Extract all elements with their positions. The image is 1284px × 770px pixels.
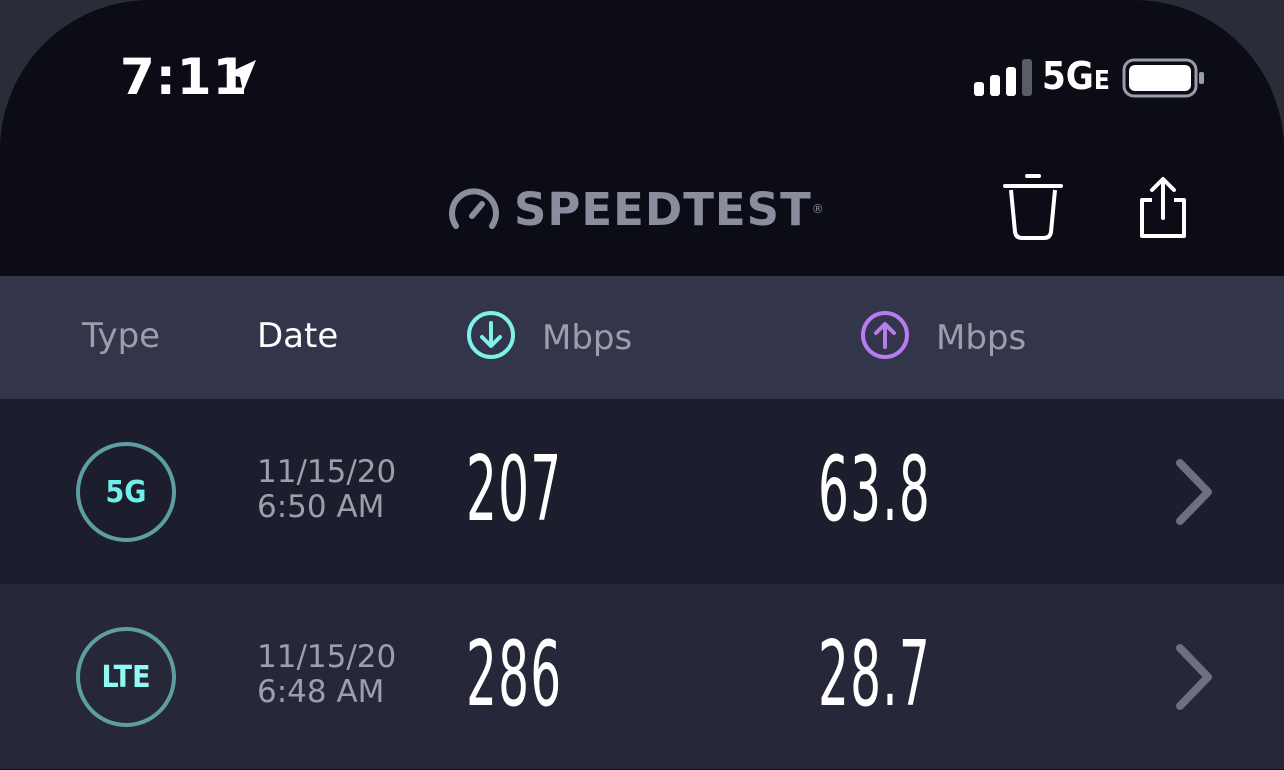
result-datetime: 11/15/20 6:48 AM	[257, 640, 396, 710]
delete-results-button[interactable]	[1002, 172, 1064, 242]
result-date: 11/15/20	[257, 454, 397, 490]
connection-type-badge: 5G	[76, 442, 176, 542]
results-column-header: Type Date Mbps Mbps	[0, 276, 1284, 399]
speedometer-icon	[449, 188, 499, 229]
speedtest-logo: SPEEDTEST ®	[448, 182, 824, 236]
upload-speed: 28.7	[818, 622, 931, 727]
chevron-right-icon	[1176, 459, 1212, 525]
upload-unit-label: Mbps	[936, 318, 1027, 358]
connection-type-badge: LTE	[76, 627, 176, 727]
download-unit-label: Mbps	[542, 318, 633, 358]
result-date: 11/15/20	[257, 639, 397, 675]
download-speed: 207	[466, 437, 563, 542]
column-type[interactable]: Type	[82, 316, 160, 356]
logo-text: SPEEDTEST	[514, 182, 812, 236]
column-date[interactable]: Date	[257, 316, 338, 356]
network-type: 5GE	[1042, 54, 1110, 98]
result-row[interactable]: LTE 11/15/20 6:48 AM 286 28.7	[0, 584, 1284, 769]
chevron-right-icon	[1176, 644, 1212, 710]
network-suffix: E	[1093, 66, 1110, 96]
battery-icon	[1122, 58, 1204, 98]
column-download[interactable]: Mbps	[466, 311, 633, 360]
download-icon	[467, 311, 515, 359]
column-upload[interactable]: Mbps	[860, 311, 1027, 360]
result-time: 6:50 AM	[257, 489, 385, 525]
logo-trademark: ®	[811, 202, 824, 216]
upload-speed: 63.8	[818, 437, 931, 542]
upload-icon	[861, 311, 909, 359]
location-arrow-icon	[226, 60, 256, 92]
share-button[interactable]	[1136, 176, 1190, 240]
network-label: 5G	[1042, 54, 1094, 98]
download-speed: 286	[466, 622, 563, 727]
result-datetime: 11/15/20 6:50 AM	[257, 455, 396, 525]
cellular-signal-icon	[974, 59, 1032, 96]
result-time: 6:48 AM	[257, 674, 385, 710]
result-row[interactable]: 5G 11/15/20 6:50 AM 207 63.8	[0, 399, 1284, 584]
app-screen: 7:11 5GE SPEEDTEST ® Type Date Mbps Mbps…	[0, 0, 1284, 770]
